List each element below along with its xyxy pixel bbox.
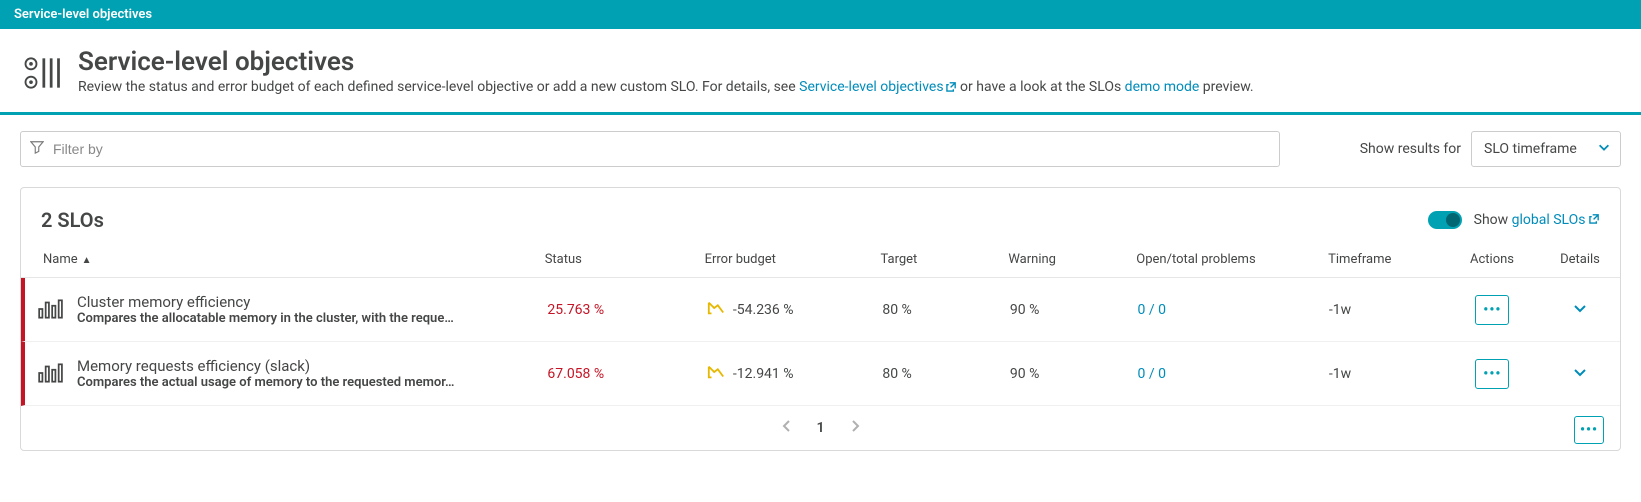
row-budget: -54.236 %	[733, 302, 794, 318]
page-title: Service-level objectives	[78, 47, 1254, 77]
page-description: Review the status and error budget of ea…	[78, 79, 1254, 96]
pager-current: 1	[817, 420, 825, 436]
breadcrumb-label: Service-level objectives	[14, 7, 152, 22]
row-problems-link[interactable]: 0 / 0	[1138, 366, 1166, 382]
row-expand-button[interactable]	[1572, 364, 1588, 384]
row-actions-button[interactable]: •••	[1475, 359, 1509, 389]
row-actions-button[interactable]: •••	[1475, 295, 1509, 325]
row-timeframe: -1w	[1317, 292, 1445, 328]
filter-input[interactable]	[20, 131, 1280, 167]
col-actions: Actions	[1444, 242, 1540, 278]
row-budget: -12.941 %	[733, 366, 794, 382]
panel-more-button[interactable]: •••	[1574, 416, 1604, 444]
row-name: Memory requests efficiency (slack)	[77, 357, 454, 375]
panel-title: 2 SLOs	[41, 208, 104, 232]
trend-down-icon	[707, 299, 725, 321]
sort-asc-icon: ▲	[82, 255, 92, 266]
col-status[interactable]: Status	[533, 242, 693, 278]
breadcrumb[interactable]: Service-level objectives	[0, 0, 1641, 29]
filter-icon	[30, 140, 44, 158]
row-problems-link[interactable]: 0 / 0	[1138, 302, 1166, 318]
col-name[interactable]: Name▲	[21, 242, 533, 278]
row-status: 25.763 %	[547, 302, 604, 318]
row-expand-button[interactable]	[1572, 300, 1588, 320]
pager: 1	[781, 420, 861, 436]
row-warning: 90 %	[998, 356, 1126, 392]
link-slo-docs[interactable]: Service-level objectives	[799, 79, 956, 95]
external-link-icon	[946, 80, 957, 96]
link-global-slos[interactable]: global SLOs	[1512, 212, 1600, 228]
row-desc: Compares the actual usage of memory to t…	[77, 375, 454, 390]
col-timeframe[interactable]: Timeframe	[1316, 242, 1444, 278]
trend-down-icon	[707, 363, 725, 385]
slo-panel: 2 SLOs Show global SLOs Name▲ Status Err…	[20, 187, 1621, 451]
row-desc: Compares the allocatable memory in the c…	[77, 311, 454, 326]
row-target: 80 %	[870, 356, 998, 392]
table-row[interactable]: Memory requests efficiency (slack) Compa…	[21, 342, 1620, 406]
col-warning[interactable]: Warning	[996, 242, 1124, 278]
results-for-label: Show results for	[1360, 141, 1461, 157]
global-slos-toggle[interactable]	[1428, 211, 1462, 229]
traffic-light-icon	[20, 51, 64, 95]
col-target[interactable]: Target	[868, 242, 996, 278]
col-details: Details	[1540, 242, 1620, 278]
pager-next[interactable]	[849, 420, 861, 436]
col-budget[interactable]: Error budget	[693, 242, 869, 278]
row-timeframe: -1w	[1317, 356, 1445, 392]
chevron-down-icon	[1597, 140, 1611, 158]
row-status: 67.058 %	[547, 366, 604, 382]
filter-bar: Show results for SLO timeframe	[0, 115, 1641, 175]
table-row[interactable]: Cluster memory efficiency Compares the a…	[21, 278, 1620, 343]
link-demo-mode[interactable]: demo mode	[1125, 79, 1200, 95]
page-header: Service-level objectives Review the stat…	[0, 29, 1641, 115]
bar-chart-icon	[37, 296, 65, 324]
pager-prev[interactable]	[781, 420, 793, 436]
row-warning: 90 %	[998, 292, 1126, 328]
row-target: 80 %	[870, 292, 998, 328]
col-problems[interactable]: Open/total problems	[1124, 242, 1316, 278]
row-name: Cluster memory efficiency	[77, 293, 454, 311]
bar-chart-icon	[37, 360, 65, 388]
external-link-icon	[1589, 212, 1600, 228]
global-slos-label: Show global SLOs	[1474, 212, 1600, 228]
